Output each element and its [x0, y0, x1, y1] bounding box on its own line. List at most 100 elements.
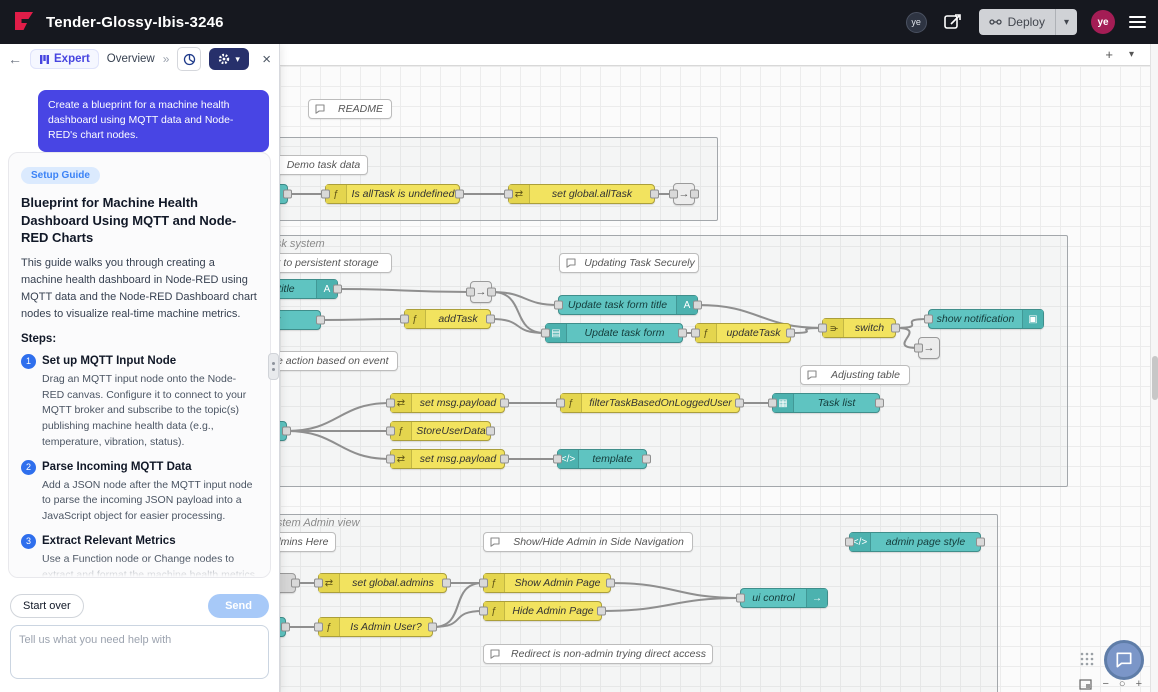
- node-is-admin-user[interactable]: ƒIs Admin User?: [318, 617, 433, 637]
- flow-list-caret-icon[interactable]: ▾: [1123, 50, 1140, 60]
- panel-resize-handle[interactable]: [268, 353, 279, 380]
- port-in[interactable]: [321, 190, 330, 199]
- port-in[interactable]: [845, 538, 854, 547]
- zoom-in-button[interactable]: +: [1136, 679, 1142, 690]
- port-out[interactable]: [597, 607, 606, 616]
- port-out[interactable]: [500, 455, 509, 464]
- chart-button[interactable]: [177, 47, 201, 71]
- node-admin-source[interactable]: [280, 573, 296, 593]
- node-admin-check-source[interactable]: [280, 617, 286, 637]
- help-input[interactable]: [10, 625, 269, 679]
- port-out[interactable]: [486, 315, 495, 324]
- comment-readme[interactable]: README: [308, 99, 392, 119]
- zoom-out-button[interactable]: −: [1102, 679, 1108, 690]
- node-task-list[interactable]: ▦Task list: [772, 393, 880, 413]
- node-is-alltask-undefined[interactable]: ƒIs allTask is undefined: [325, 184, 460, 204]
- comment-demo-task-data[interactable]: Demo task data: [280, 155, 368, 175]
- port-in[interactable]: [386, 427, 395, 436]
- guide-card[interactable]: Setup Guide Blueprint for Machine Health…: [8, 152, 271, 578]
- port-out[interactable]: [650, 190, 659, 199]
- team-badge[interactable]: ye: [906, 12, 927, 33]
- port-out[interactable]: [333, 285, 342, 294]
- node-update-task-form-title[interactable]: Update task form titleA: [558, 295, 698, 315]
- add-flow-button[interactable]: +: [1099, 48, 1119, 61]
- open-editor-icon[interactable]: [941, 10, 965, 34]
- node-junction-2[interactable]: →: [470, 281, 492, 303]
- scrollbar-thumb[interactable]: [1152, 356, 1158, 400]
- node-filter-task[interactable]: ƒfilterTaskBasedOnLoggedUser: [560, 393, 740, 413]
- node-template[interactable]: </>template: [557, 449, 647, 469]
- navigator-icon[interactable]: [1079, 679, 1092, 690]
- port-in[interactable]: [553, 455, 562, 464]
- port-out[interactable]: [642, 455, 651, 464]
- port-in[interactable]: [768, 399, 777, 408]
- port-in[interactable]: [479, 579, 488, 588]
- zoom-reset-button[interactable]: ○: [1119, 679, 1126, 690]
- node-show-notification[interactable]: show notification▣: [928, 309, 1044, 329]
- chat-assistant-button[interactable]: [1104, 640, 1144, 680]
- node-set-global-admins[interactable]: ⇄set global.admins: [318, 573, 447, 593]
- port-in[interactable]: [504, 190, 513, 199]
- port-out[interactable]: [891, 324, 900, 333]
- flow-canvas[interactable]: Task systemSystem Admin view READMEDemo …: [280, 66, 1150, 692]
- port-in[interactable]: [400, 315, 409, 324]
- comment-redirect-non-admin[interactable]: Redirect is non-admin trying direct acce…: [483, 644, 713, 664]
- port-in[interactable]: [554, 301, 563, 310]
- comment-take-action[interactable]: Take action based on event: [280, 351, 398, 371]
- port-out[interactable]: [976, 538, 985, 547]
- port-out[interactable]: [316, 316, 325, 325]
- node-show-admin-page[interactable]: ƒShow Admin Page: [483, 573, 611, 593]
- port-out[interactable]: [606, 579, 615, 588]
- port-out[interactable]: [281, 623, 290, 632]
- port-in[interactable]: [479, 607, 488, 616]
- more-tabs-icon[interactable]: »: [163, 52, 170, 66]
- node-add-task[interactable]: ƒaddTask: [404, 309, 491, 329]
- node-ui-control[interactable]: ui control→: [740, 588, 828, 608]
- port-out[interactable]: [291, 579, 300, 588]
- port-in[interactable]: [924, 315, 933, 324]
- port-out[interactable]: [690, 190, 699, 199]
- port-in[interactable]: [818, 324, 827, 333]
- port-in[interactable]: [556, 399, 565, 408]
- user-avatar[interactable]: ye: [1091, 10, 1115, 34]
- port-in[interactable]: [466, 288, 475, 297]
- canvas-scrollbar[interactable]: [1150, 44, 1158, 692]
- node-store-user-data[interactable]: ƒStoreUserData: [390, 421, 491, 441]
- comment-show-hide-admin[interactable]: Show/Hide Admin in Side Navigation: [483, 532, 693, 552]
- port-in[interactable]: [691, 329, 700, 338]
- port-out[interactable]: [455, 190, 464, 199]
- node-switch[interactable]: ⋔switch: [822, 318, 896, 338]
- comment-updating-task-securely[interactable]: Updating Task Securely: [559, 253, 699, 273]
- port-out[interactable]: [487, 288, 496, 297]
- port-in[interactable]: [314, 579, 323, 588]
- port-out[interactable]: [786, 329, 795, 338]
- port-out[interactable]: [282, 427, 291, 436]
- comment-save-task-storage[interactable]: Save task to persistent storage: [280, 253, 392, 273]
- node-update-task-form[interactable]: ▤Update task form: [545, 323, 683, 343]
- hamburger-menu-icon[interactable]: [1129, 16, 1146, 28]
- node-hide-admin-page[interactable]: ƒHide Admin Page: [483, 601, 602, 621]
- node-ticket[interactable]: ticket: [280, 310, 321, 330]
- settings-dropdown-button[interactable]: ▾: [209, 48, 249, 70]
- back-button[interactable]: ←: [8, 51, 22, 67]
- send-button[interactable]: Send: [208, 594, 269, 618]
- port-in[interactable]: [541, 329, 550, 338]
- port-in[interactable]: [914, 344, 923, 353]
- node-task-data-input[interactable]: [280, 184, 288, 204]
- port-in[interactable]: [386, 399, 395, 408]
- port-out[interactable]: [735, 399, 744, 408]
- drag-handle-icon[interactable]: [1080, 652, 1094, 666]
- port-out[interactable]: [486, 427, 495, 436]
- port-out[interactable]: [442, 579, 451, 588]
- port-out[interactable]: [875, 399, 884, 408]
- node-set-payload-2[interactable]: ⇄set msg.payload: [390, 449, 505, 469]
- node-update-task[interactable]: ƒupdateTask: [695, 323, 791, 343]
- port-out[interactable]: [678, 329, 687, 338]
- node-junction-1[interactable]: →: [673, 183, 695, 205]
- port-in[interactable]: [669, 190, 678, 199]
- node-set-payload-1[interactable]: ⇄set msg.payload: [390, 393, 505, 413]
- close-panel-button[interactable]: ×: [262, 51, 271, 68]
- node-admin-page-style[interactable]: </>admin page style: [849, 532, 981, 552]
- start-over-button[interactable]: Start over: [10, 594, 84, 618]
- port-out[interactable]: [500, 399, 509, 408]
